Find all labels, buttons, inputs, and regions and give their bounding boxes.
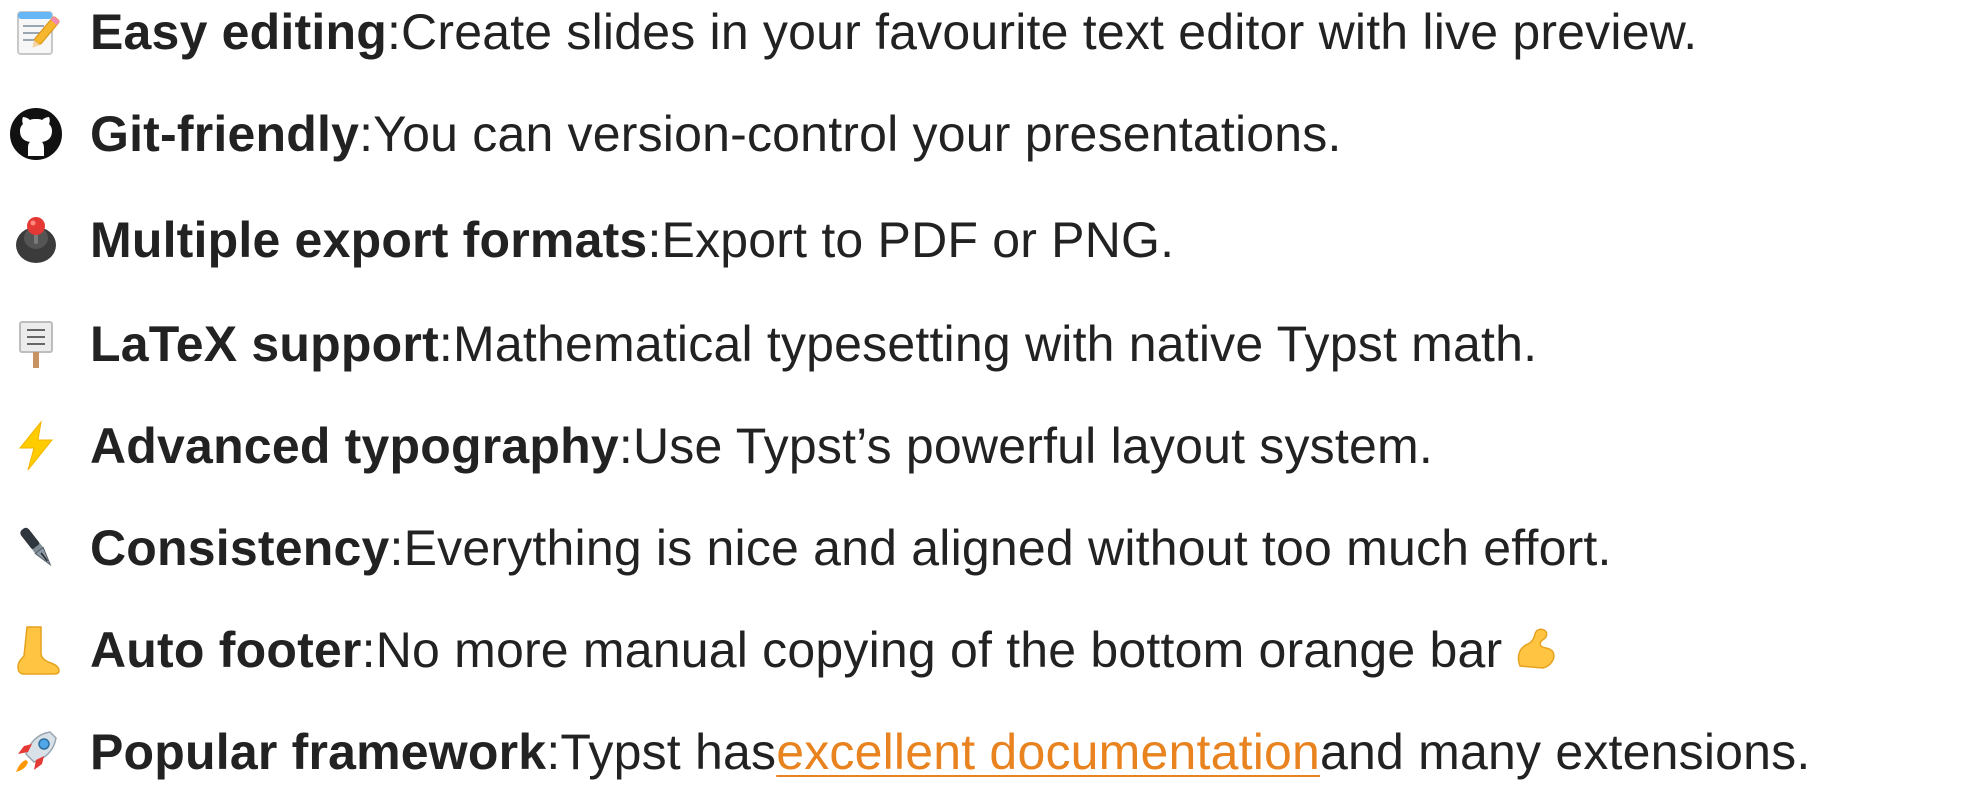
rocket-icon (16, 731, 57, 772)
feature-title: Advanced typography (90, 418, 619, 474)
feature-item-easy-editing: Easy editing: Create slides in your favo… (10, 0, 1697, 72)
feature-description: Export to PDF or PNG. (661, 212, 1175, 268)
feature-title: LaTeX support (90, 316, 439, 372)
feature-item-auto-footer: Auto footer: No more manual copying of t… (10, 610, 1558, 690)
placard-icon (19, 321, 53, 368)
feature-list: Easy editing: Create slides in your favo… (10, 0, 1970, 786)
feature-description: Everything is nice and aligned without t… (403, 520, 1612, 576)
feature-title: Easy editing (90, 4, 387, 60)
flexed-biceps-icon (1518, 628, 1555, 669)
feature-separator: : (389, 520, 404, 576)
feature-separator: : (618, 418, 633, 474)
feature-item-git-friendly: Git-friendly: You can version-control yo… (10, 94, 1342, 174)
feature-item-latex-support: LaTeX support: Mathematical typesetting … (10, 304, 1537, 384)
feature-description: No more manual copying of the bottom ora… (375, 622, 1503, 678)
joystick-icon (16, 217, 56, 263)
feature-item-advanced-typography: Advanced typography: Use Typst’s powerfu… (10, 406, 1433, 486)
memo-icon (17, 11, 60, 55)
feature-description-after-link: and many extensions. (1320, 724, 1811, 780)
feature-item-consistency: Consistency: Everything is nice and alig… (10, 508, 1612, 588)
github-icon (10, 108, 62, 160)
feature-description: Mathematical typesetting with native Typ… (453, 316, 1538, 372)
feature-separator: : (359, 106, 374, 162)
feature-title: Multiple export formats (90, 212, 648, 268)
feature-separator: : (438, 316, 454, 372)
feature-title: Git-friendly (90, 106, 360, 162)
feature-item-export-formats: Multiple export formats: Export to PDF o… (10, 200, 1174, 280)
feature-title: Consistency (90, 520, 390, 576)
high-voltage-icon (18, 420, 54, 471)
feature-separator: : (386, 4, 402, 60)
feature-title: Popular framework (90, 724, 547, 780)
feature-description: Create slides in your favourite text edi… (401, 4, 1698, 60)
feature-description-before-link: Typst has (560, 724, 777, 780)
feature-description: You can version-control your presentatio… (373, 106, 1342, 162)
feature-separator: : (647, 212, 662, 268)
fountain-pen-icon (20, 527, 52, 567)
foot-icon (17, 626, 60, 675)
feature-description: Use Typst’s powerful layout system. (633, 418, 1433, 474)
feature-item-popular-framework: Popular framework: Typst has excellent d… (10, 712, 1810, 792)
documentation-link[interactable]: excellent documentation (776, 723, 1320, 781)
feature-title: Auto footer (90, 622, 362, 678)
feature-separator: : (361, 622, 376, 678)
feature-separator: : (546, 724, 561, 780)
